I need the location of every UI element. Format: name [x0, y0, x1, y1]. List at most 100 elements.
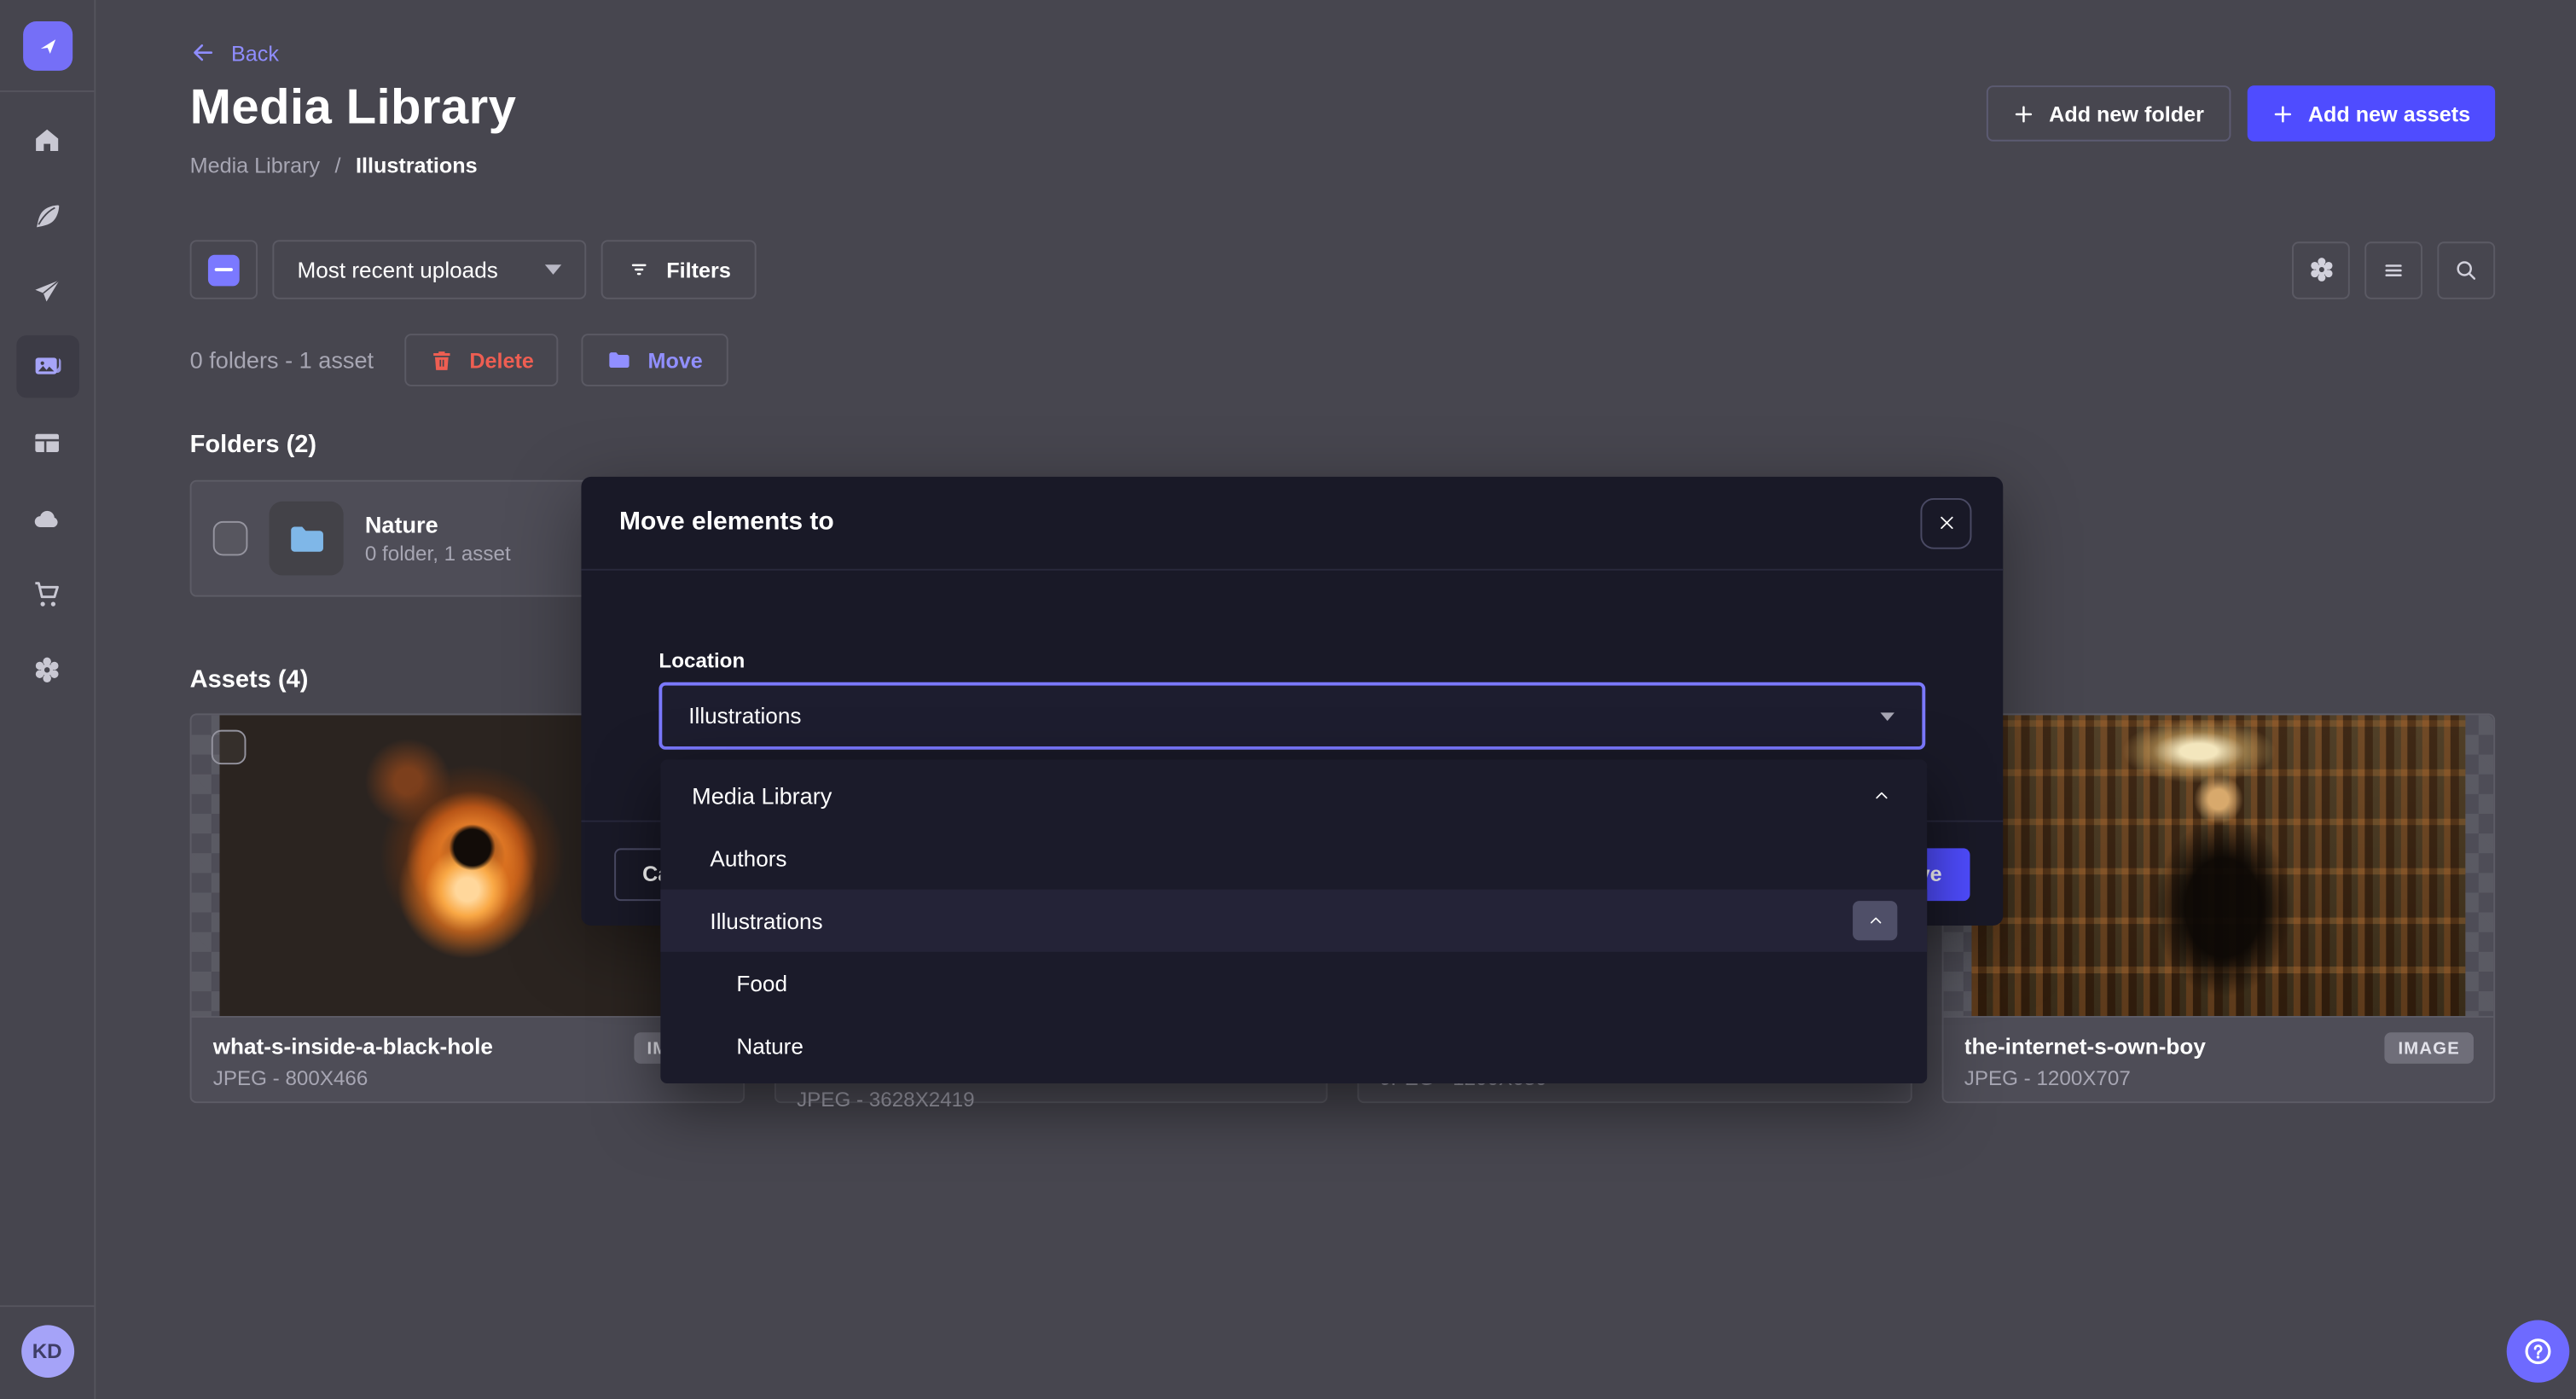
layout-icon — [32, 427, 63, 458]
option-label: Media Library — [692, 782, 832, 809]
dropdown-option-media-library[interactable]: Media Library — [660, 764, 1927, 827]
select-all-checkbox[interactable] — [190, 240, 258, 299]
search-button[interactable] — [2437, 241, 2495, 298]
breadcrumb-current: Illustrations — [356, 153, 478, 177]
add-new-assets-button[interactable]: Add new assets — [2247, 85, 2495, 142]
location-dropdown: Media Library Authors Illustrations Food… — [660, 759, 1927, 1083]
breadcrumb-root[interactable]: Media Library — [190, 153, 320, 177]
asset-card[interactable]: the-internet-s-own-boy JPEG - 1200X707 I… — [1941, 713, 2495, 1103]
arrow-left-icon — [190, 39, 217, 66]
home-icon — [32, 125, 63, 156]
modal-title: Move elements to — [619, 508, 834, 538]
folder-icon — [606, 347, 633, 374]
asset-thumbnail — [1943, 715, 2494, 1016]
sidebar-divider — [0, 1305, 94, 1307]
cloud-icon — [32, 502, 63, 534]
gear-icon — [32, 653, 63, 685]
option-label: Food — [736, 971, 787, 996]
app: KD Back Media Library Add new folder Add… — [0, 0, 2576, 1399]
sidebar-item-release[interactable] — [15, 259, 78, 322]
header-actions: Add new folder Add new assets — [1987, 85, 2496, 142]
list-view-button[interactable] — [2364, 241, 2422, 298]
dropdown-option-authors[interactable]: Authors — [660, 827, 1927, 889]
option-label: Authors — [710, 846, 786, 871]
sidebar-divider — [0, 90, 94, 92]
delete-label: Delete — [469, 348, 534, 373]
sidebar-item-content-type-builder[interactable] — [15, 411, 78, 473]
add-new-folder-button[interactable]: Add new folder — [1987, 85, 2231, 142]
sidebar-item-home[interactable] — [15, 108, 78, 171]
breadcrumb-separator: / — [335, 153, 341, 177]
modal-body: Location Illustrations — [581, 571, 2003, 750]
option-label: Nature — [736, 1033, 803, 1058]
filters-label: Filters — [666, 258, 731, 282]
option-label: Illustrations — [710, 908, 822, 933]
filter-icon — [625, 257, 652, 283]
location-label: Location — [659, 649, 1925, 672]
sort-select[interactable]: Most recent uploads — [272, 240, 585, 299]
filters-button[interactable]: Filters — [600, 240, 756, 299]
collapse-button[interactable] — [1853, 901, 1897, 940]
search-icon — [2452, 256, 2480, 284]
feather-icon — [32, 200, 63, 231]
folder-name: Nature — [365, 511, 511, 537]
folders-heading: Folders (2) — [190, 431, 2496, 459]
strapi-logo-icon[interactable] — [22, 21, 72, 71]
folder-meta: 0 folder, 1 asset — [365, 543, 511, 566]
location-select[interactable]: Illustrations — [659, 682, 1925, 750]
sidebar-item-media-library[interactable] — [15, 335, 78, 398]
chevron-up-icon[interactable] — [1871, 785, 1892, 806]
toolbar: Most recent uploads Filters — [190, 240, 2496, 299]
chevron-up-icon — [1865, 911, 1885, 931]
plus-icon — [2271, 102, 2293, 124]
paper-plane-icon — [32, 276, 63, 307]
sidebar-item-content-manager[interactable] — [15, 184, 78, 247]
add-new-assets-label: Add new assets — [2308, 102, 2470, 126]
sidebar-item-deploy[interactable] — [15, 486, 78, 549]
list-icon — [2380, 256, 2408, 284]
sidebar-item-settings[interactable] — [15, 638, 78, 700]
selection-bar: 0 folders - 1 asset Delete Move — [190, 334, 2496, 386]
chevron-down-icon — [1881, 711, 1894, 720]
move-label: Move — [647, 348, 702, 373]
dropdown-option-food[interactable]: Food — [660, 952, 1927, 1014]
chevron-down-icon — [544, 264, 560, 275]
breadcrumb: Media Library / Illustrations — [190, 153, 2496, 177]
sidebar-nav — [15, 108, 78, 700]
library-image — [1970, 715, 2465, 1016]
view-settings-button[interactable] — [2292, 241, 2350, 298]
asset-footer: what-s-inside-a-black-hole JPEG - 800X46… — [192, 1016, 743, 1101]
media-library-icon — [31, 350, 64, 383]
delete-button[interactable]: Delete — [405, 334, 559, 386]
dropdown-option-nature[interactable]: Nature — [660, 1014, 1927, 1077]
selection-summary: 0 folders - 1 asset — [190, 347, 374, 374]
cart-icon — [32, 578, 63, 609]
gear-icon — [2306, 255, 2335, 285]
user-avatar[interactable]: KD — [20, 1325, 73, 1378]
back-label: Back — [231, 40, 279, 65]
asset-type-badge: IMAGE — [2384, 1032, 2474, 1064]
indeterminate-checkbox-icon — [208, 254, 240, 286]
trash-icon — [430, 348, 455, 373]
asset-meta: JPEG - 800X466 — [213, 1067, 721, 1090]
back-link[interactable]: Back — [190, 39, 279, 66]
help-icon — [2521, 1335, 2555, 1368]
asset-footer: the-internet-s-own-boy JPEG - 1200X707 I… — [1943, 1016, 2494, 1101]
asset-meta: JPEG - 1200X707 — [1964, 1067, 2472, 1090]
location-value: Illustrations — [688, 704, 801, 729]
move-button[interactable]: Move — [582, 334, 728, 386]
asset-meta: JPEG - 3628X2419 — [797, 1088, 1304, 1112]
plus-icon — [2013, 102, 2034, 124]
close-button[interactable] — [1920, 497, 1971, 549]
dropdown-option-illustrations[interactable]: Illustrations — [660, 890, 1927, 952]
help-button[interactable] — [2507, 1321, 2570, 1383]
folder-icon — [285, 517, 328, 560]
folder-checkbox[interactable] — [213, 521, 248, 555]
page-title: Media Library — [190, 80, 517, 136]
asset-checkbox[interactable] — [212, 730, 247, 764]
sidebar-bottom: KD — [0, 1305, 94, 1399]
sidebar-item-marketplace[interactable] — [15, 562, 78, 624]
sidebar: KD — [0, 0, 96, 1399]
close-icon — [1936, 513, 1956, 532]
sort-value: Most recent uploads — [297, 258, 497, 282]
